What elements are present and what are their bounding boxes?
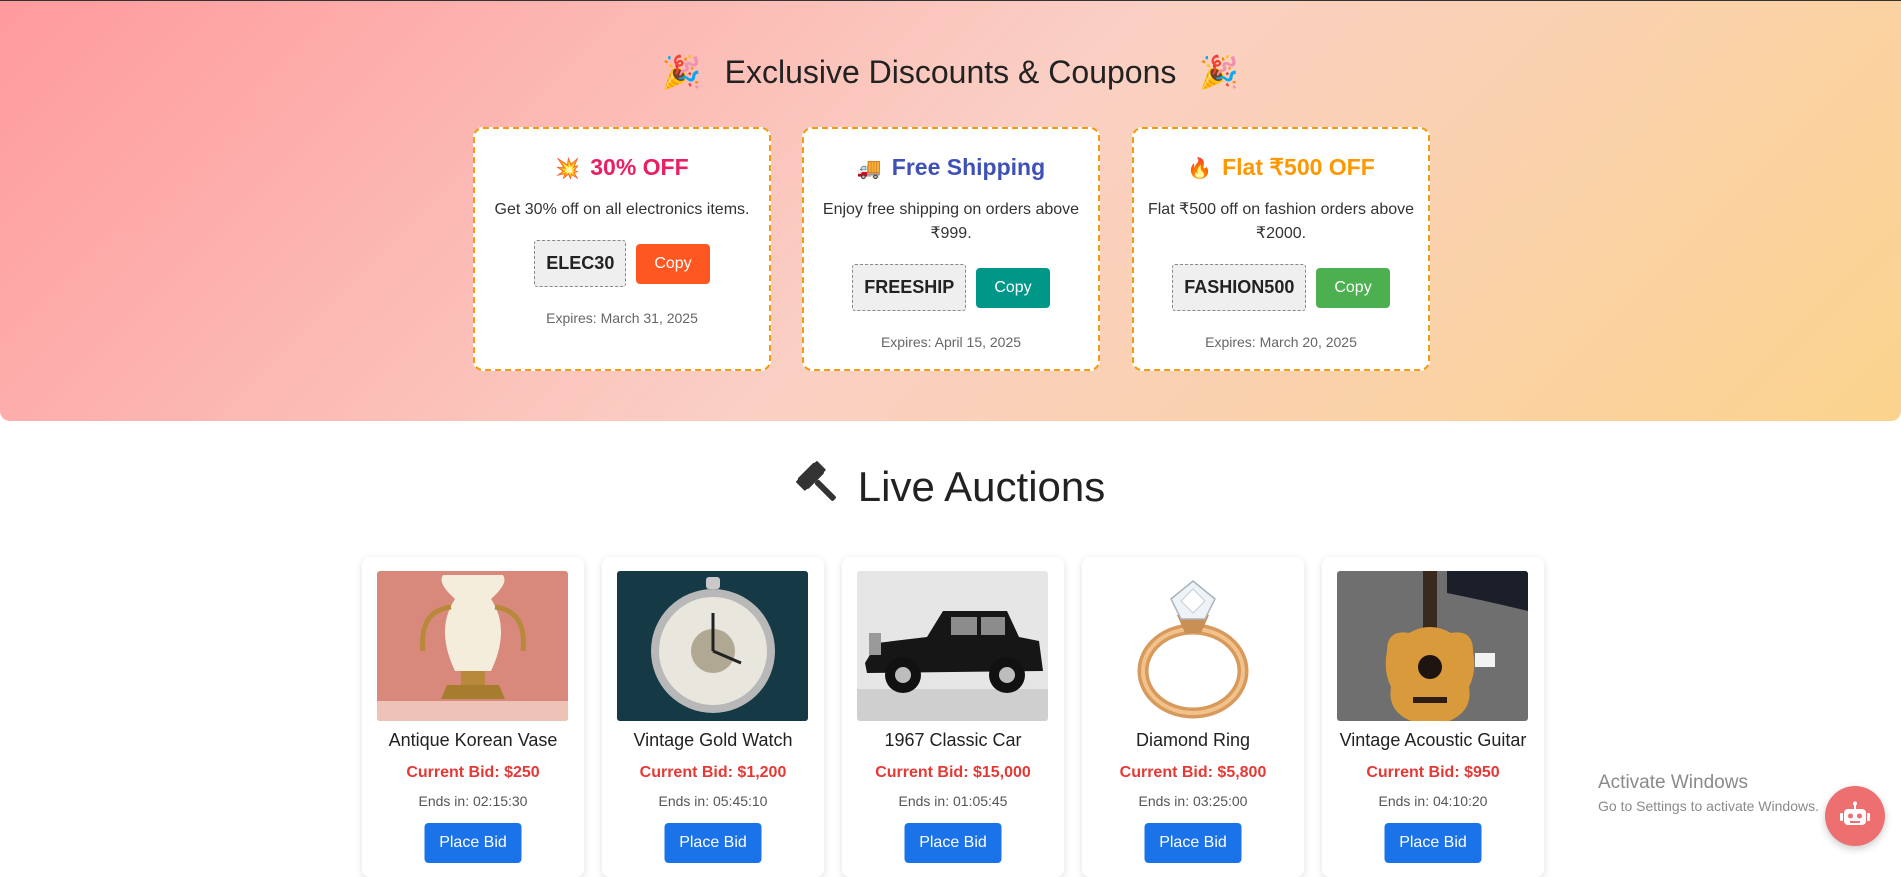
pocket-watch-image[interactable] [617,571,808,721]
current-bid: Current Bid: $250 [406,764,540,781]
watermark-subtitle: Go to Settings to activate Windows. [1598,798,1819,814]
current-bid: Current Bid: $950 [1366,764,1500,781]
place-bid-button[interactable]: Place Bid [1144,823,1242,863]
coupon-expiry: Expires: April 15, 2025 [880,334,1022,350]
coupon-title: Flat ₹500 OFF [1222,154,1375,180]
ends-in-timer: Ends in: 03:25:00 [1138,793,1248,809]
collision-icon: 💥 [555,158,581,180]
chatbot-button[interactable] [1825,786,1885,846]
coupon-description: Flat ₹500 off on fashion orders above ₹2… [1147,201,1415,242]
coupon-title-text: Exclusive Discounts & Coupons [724,54,1177,90]
vase-image[interactable] [377,571,568,721]
copy-code-button[interactable]: Copy [636,243,710,284]
coupon-section-title: 🎉 Exclusive Discounts & Coupons 🎉 [0,53,1901,91]
auction-card: 1967 Classic Car Current Bid: $15,000 En… [842,557,1064,877]
coupon-card-shipping: 🚚 Free Shipping Enjoy free shipping on or… [802,127,1100,371]
item-name: Vintage Gold Watch [633,730,793,750]
classic-car-image[interactable] [857,571,1048,721]
robot-icon [1840,801,1870,825]
coupon-expiry: Expires: March 31, 2025 [546,310,698,326]
coupon-description: Enjoy free shipping on orders above ₹999… [822,201,1080,242]
copy-code-button[interactable]: Copy [1316,267,1390,308]
party-popper-icon: 🎉 [1199,54,1240,90]
guitar-image[interactable] [1337,571,1528,721]
ends-in-timer: Ends in: 04:10:20 [1378,793,1488,809]
activate-windows-watermark: Activate Windows Go to Settings to activ… [1598,772,1819,814]
gavel-icon [795,461,836,501]
coupon-heading: 🚚 Free Shipping [804,152,1098,184]
item-name: Diamond Ring [1135,730,1251,750]
coupon-card-electronics: 💥 30% OFF Get 30% off on all electronics … [473,127,771,371]
auction-card: Antique Korean Vase Current Bid: $250 En… [362,557,584,877]
diamond-ring-image[interactable] [1097,571,1288,721]
place-bid-button[interactable]: Place Bid [1384,823,1482,863]
coupon-code: ELEC30 [534,240,627,287]
coupon-title: Free Shipping [891,154,1046,180]
coupon-expiry: Expires: March 20, 2025 [1205,334,1357,350]
ends-in-timer: Ends in: 05:45:10 [658,793,768,809]
coupon-code: FREESHIP [852,264,967,311]
auctions-title: Live Auctions [0,461,1901,512]
fire-icon: 🔥 [1187,158,1213,180]
place-bid-button[interactable]: Place Bid [424,823,522,863]
place-bid-button[interactable]: Place Bid [904,823,1002,863]
item-name: Antique Korean Vase [388,730,558,750]
current-bid: Current Bid: $5,800 [1119,764,1267,781]
coupon-heading: 🔥 Flat ₹500 OFF [1134,152,1428,184]
coupon-title: 30% OFF [590,154,689,180]
coupon-card-fashion: 🔥 Flat ₹500 OFF Flat ₹500 off on fashion … [1132,127,1430,371]
item-name: Vintage Acoustic Guitar [1339,730,1527,750]
current-bid: Current Bid: $15,000 [875,764,1031,781]
ends-in-timer: Ends in: 02:15:30 [418,793,528,809]
coupon-code-row: FASHION500 Copy [1134,264,1428,311]
current-bid: Current Bid: $1,200 [639,764,787,781]
item-name: 1967 Classic Car [884,730,1022,750]
truck-icon: 🚚 [856,158,882,180]
coupon-description: Get 30% off on all electronics items. [494,201,750,218]
coupon-code-row: FREESHIP Copy [804,264,1098,311]
auction-card: Vintage Gold Watch Current Bid: $1,200 E… [602,557,824,877]
auction-card: Vintage Acoustic Guitar Current Bid: $95… [1322,557,1544,877]
place-bid-button[interactable]: Place Bid [664,823,762,863]
coupon-code: FASHION500 [1172,264,1307,311]
copy-code-button[interactable]: Copy [976,267,1050,308]
coupon-heading: 💥 30% OFF [475,152,769,184]
coupon-section: 🎉 Exclusive Discounts & Coupons 🎉 💥 30% O… [0,0,1901,421]
watermark-title: Activate Windows [1598,772,1748,793]
coupon-code-row: ELEC30 Copy [475,240,769,287]
ends-in-timer: Ends in: 01:05:45 [898,793,1008,809]
auction-card: Diamond Ring Current Bid: $5,800 Ends in… [1082,557,1304,877]
auctions-title-text: Live Auctions [857,463,1106,510]
party-popper-icon: 🎉 [661,54,702,90]
